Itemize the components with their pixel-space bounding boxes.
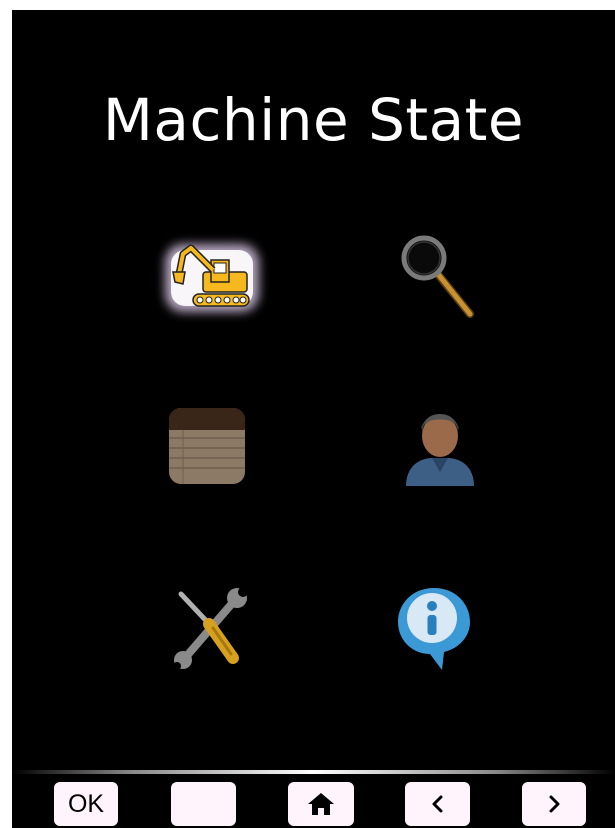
magnifier-icon [401, 235, 474, 318]
notepad-icon [169, 408, 245, 484]
info-menu-item[interactable] [390, 578, 500, 678]
user-menu-item[interactable] [390, 402, 500, 502]
home-icon [308, 793, 334, 815]
service-menu-item[interactable] [157, 578, 267, 678]
info-icon [398, 588, 470, 670]
ok-button[interactable]: OK [54, 782, 118, 826]
chevron-left-icon [432, 795, 442, 813]
excavator-icon [165, 244, 259, 312]
machine-state-menu-item[interactable] [157, 230, 267, 330]
home-button[interactable] [288, 782, 354, 826]
log-menu-item[interactable] [157, 402, 267, 502]
page-title: Machine State [102, 86, 525, 154]
nav-divider [12, 770, 615, 774]
ok-button-label: OK [67, 789, 105, 818]
machine-state-screen: Machine State OK [12, 10, 615, 828]
person-icon [406, 414, 474, 486]
chevron-right-icon [549, 795, 560, 813]
prev-button[interactable] [405, 782, 470, 826]
search-menu-item[interactable] [390, 230, 500, 330]
blank-button[interactable] [171, 782, 236, 826]
tools-icon [173, 587, 248, 670]
next-button[interactable] [522, 782, 586, 826]
